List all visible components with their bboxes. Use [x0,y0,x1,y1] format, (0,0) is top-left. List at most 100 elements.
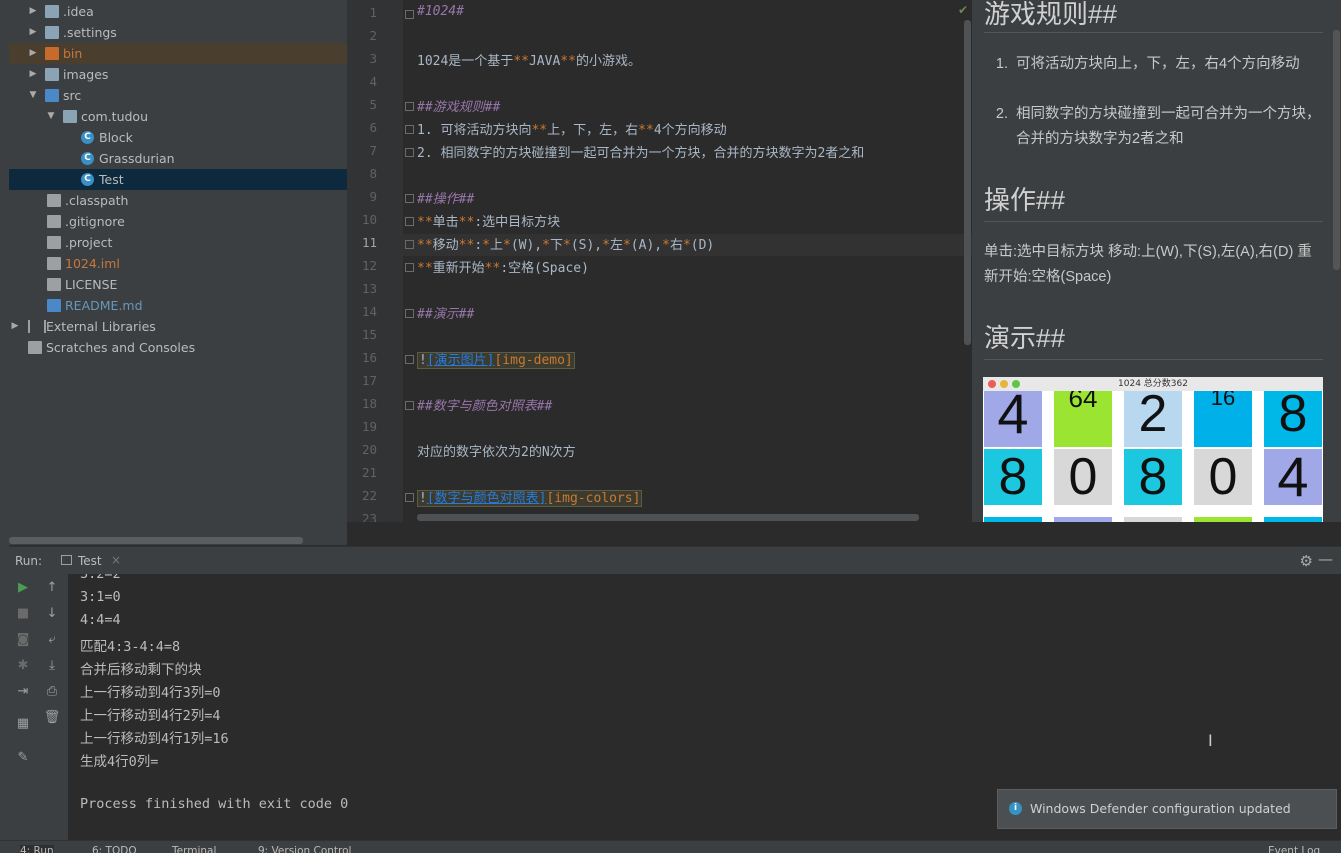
line-number: 8 [369,166,377,181]
chevron-right-icon[interactable]: ▶ [27,64,39,85]
scroll-to-end-icon[interactable]: ⤓ [42,656,62,676]
file-icon [47,215,61,228]
console-line: 3:2=2 [80,574,121,582]
gear-icon[interactable]: ⚙ [1300,552,1313,570]
code-line[interactable]: ![演示图片][img-demo] [417,349,575,369]
fold-marker-icon[interactable] [405,263,414,272]
text-cursor-icon: I [1208,731,1213,750]
fold-marker-icon[interactable] [405,102,414,111]
line-number: 21 [361,465,377,480]
arrow-up-icon[interactable]: ↑ [42,578,62,598]
fold-marker-icon[interactable] [405,309,414,318]
fold-marker-icon[interactable] [405,355,414,364]
code-line[interactable]: ##数字与颜色对照表## [417,395,552,414]
fold-marker-icon[interactable] [405,125,414,134]
code-line[interactable]: 1. 可将活动方块向**上，下，左，右**4个方向移动 [417,119,727,138]
line-number: 7 [369,143,377,158]
dump-threads-icon[interactable]: ◙ [13,630,33,650]
tree-item-gitignore[interactable]: .gitignore [9,211,347,232]
tree-item-readme-md[interactable]: README.md [9,295,347,316]
code-line[interactable]: **单击**:选中目标方块 [417,211,560,230]
preview-scrollbar[interactable] [1333,30,1340,270]
tree-item-label: .idea [63,4,94,19]
tree-item-label: bin [63,46,83,61]
demo-tile [1124,517,1182,522]
tree-item-label: .settings [63,25,117,40]
line-number: 15 [361,327,377,342]
tree-item-external-libraries[interactable]: ▶ External Libraries [9,316,347,337]
arrow-down-icon[interactable]: ↓ [42,604,62,624]
code-line[interactable]: 1024是一个基于**JAVA**的小游戏。 [417,50,641,69]
exit-icon[interactable]: ⇥ [13,682,33,702]
markdown-editor[interactable]: 1 2 3 4 5 6 7 8 9 10 11 12 13 14 15 16 17 18 19 20 21 22 23 #1… [347,0,972,522]
stop-icon[interactable]: ■ [13,604,33,624]
soft-wrap-icon[interactable]: ⤶ [42,630,62,650]
settings-icon[interactable]: ✱ [13,656,33,676]
tree-item-grassdurian[interactable]: C Grassdurian [9,148,347,169]
preview-heading-ops: 操作## [984,185,1065,215]
tree-item-label: .classpath [65,193,129,208]
code-line[interactable]: ##游戏规则## [417,96,500,115]
chevron-right-icon[interactable]: ▶ [27,1,39,22]
project-tree-scrollbar[interactable] [9,537,303,544]
code-line[interactable]: 2. 相同数字的方块碰撞到一起可合并为一个方块，合并的方块数字为2者之和 [417,142,864,161]
fold-marker-icon[interactable] [405,194,414,203]
code-line[interactable]: #1024# [417,4,464,19]
line-number: 22 [361,488,377,503]
tree-item-com-tudou[interactable]: ▼ com.tudou [9,106,347,127]
tree-item-label: Block [99,130,133,145]
fold-marker-icon[interactable] [405,217,414,226]
editor-vertical-scrollbar[interactable] [964,20,971,345]
info-icon: i [1009,802,1022,815]
rerun-icon[interactable]: ▶ [13,578,33,598]
tree-item-test[interactable]: C Test [9,169,347,190]
tree-item-project[interactable]: .project [9,232,347,253]
pin-icon[interactable]: ✎ [13,748,33,768]
editor-horizontal-scrollbar[interactable] [417,514,919,521]
tree-item-src[interactable]: ▼ src [9,85,347,106]
tree-item-1024-iml[interactable]: 1024.iml [9,253,347,274]
project-tree: ▶ .idea ▶ .settings ▶ bin ▶ images ▼ src ▼ com.tudo… [9,0,347,545]
fold-marker-icon[interactable] [405,240,414,249]
fold-marker-icon[interactable] [405,10,414,19]
tree-item-idea[interactable]: ▶ .idea [9,1,347,22]
tree-item-label: src [63,88,82,103]
code-line[interactable]: **重新开始**:空格(Space) [417,257,589,276]
run-tab-test[interactable]: Test × [61,547,131,575]
trash-icon[interactable]: 🗑 [42,708,62,728]
line-number: 17 [361,373,377,388]
tree-item-scratches-and-consoles[interactable]: Scratches and Consoles [9,337,347,358]
chevron-down-icon[interactable]: ▼ [27,85,39,106]
tree-item-license[interactable]: LICENSE [9,274,347,295]
chevron-down-icon[interactable]: ▼ [45,106,57,127]
file-icon [47,194,61,207]
line-number: 16 [361,350,377,365]
class-icon: C [81,173,94,186]
code-line[interactable]: ![数字与颜色对照表][img-colors] [417,487,643,507]
code-line[interactable]: 对应的数字依次为2的N次方 [417,441,576,460]
close-tab-icon[interactable]: × [111,553,121,567]
tree-item-bin[interactable]: ▶ bin [9,43,347,64]
tree-item-block[interactable]: C Block [9,127,347,148]
demo-tile [984,517,1042,522]
fold-marker-icon[interactable] [405,493,414,502]
layout-icon[interactable]: ▦ [13,714,33,734]
notification-toast[interactable]: i Windows Defender configuration updated [997,789,1337,829]
preview-divider [984,359,1323,360]
code-line[interactable]: **移动**:*上*(W),*下*(S),*左*(A),*右*(D) [417,234,714,253]
print-icon[interactable]: ⎙ [42,682,62,702]
chevron-right-icon[interactable]: ▶ [9,316,21,337]
tree-item-settings[interactable]: ▶ .settings [9,22,347,43]
code-line[interactable]: ##操作## [417,188,474,207]
tree-item-images[interactable]: ▶ images [9,64,347,85]
hide-panel-icon[interactable]: — [1318,550,1333,568]
demo-tile: 8 [1124,449,1182,505]
tree-item-classpath[interactable]: .classpath [9,190,347,211]
line-number: 13 [361,281,377,296]
code-line[interactable]: ##演示## [417,303,474,322]
inspection-ok-icon[interactable]: ✔ [958,3,968,17]
fold-marker-icon[interactable] [405,148,414,157]
fold-marker-icon[interactable] [405,401,414,410]
chevron-right-icon[interactable]: ▶ [27,43,39,64]
chevron-right-icon[interactable]: ▶ [27,22,39,43]
